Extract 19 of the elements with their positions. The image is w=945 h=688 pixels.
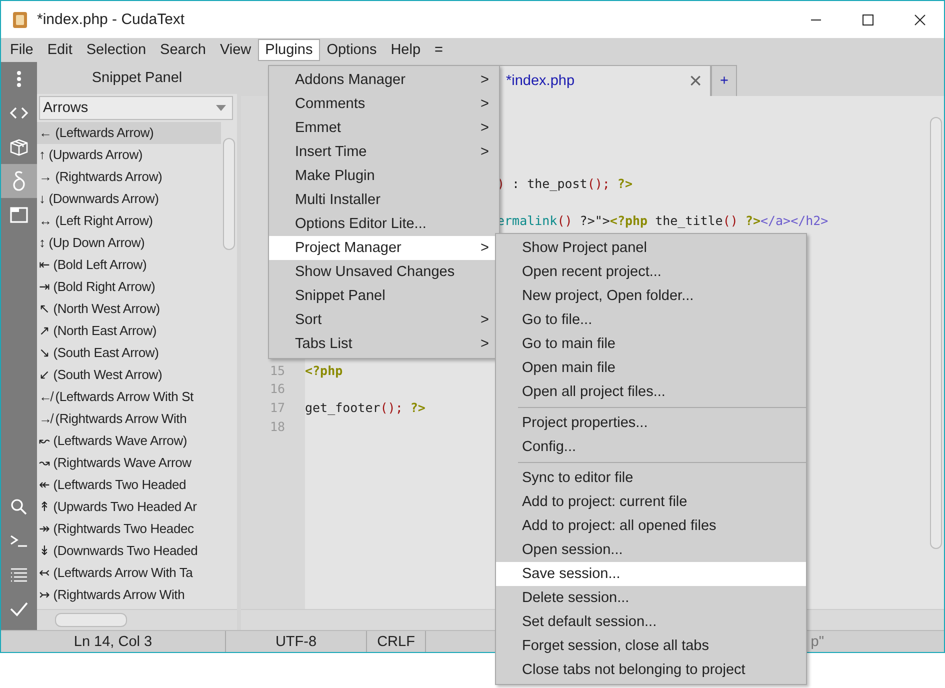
line-number: 15: [270, 362, 285, 378]
submenu-arrow: >: [480, 336, 489, 352]
status-item: p": [810, 632, 825, 652]
submenu-arrow: >: [480, 72, 489, 88]
code-line: get_footer(); ?>: [305, 400, 426, 415]
window-title: *index.php - CudaText: [37, 11, 185, 28]
submenu-arrow: >: [480, 240, 489, 256]
line-number: 16: [270, 381, 285, 396]
submenu-arrow: >: [480, 120, 489, 136]
status-item: CRLF: [367, 631, 426, 652]
code-line: <?php: [305, 362, 343, 378]
status-item: UTF-8: [226, 631, 367, 652]
submenu-arrow: >: [480, 312, 489, 328]
status-item: Ln 14, Col 3: [1, 631, 226, 652]
submenu-arrow: >: [480, 96, 489, 112]
line-number: 18: [270, 418, 285, 434]
line-number: 17: [270, 400, 285, 415]
panel-title: Snippet Panel: [92, 70, 182, 86]
submenu-arrow: >: [480, 144, 489, 160]
